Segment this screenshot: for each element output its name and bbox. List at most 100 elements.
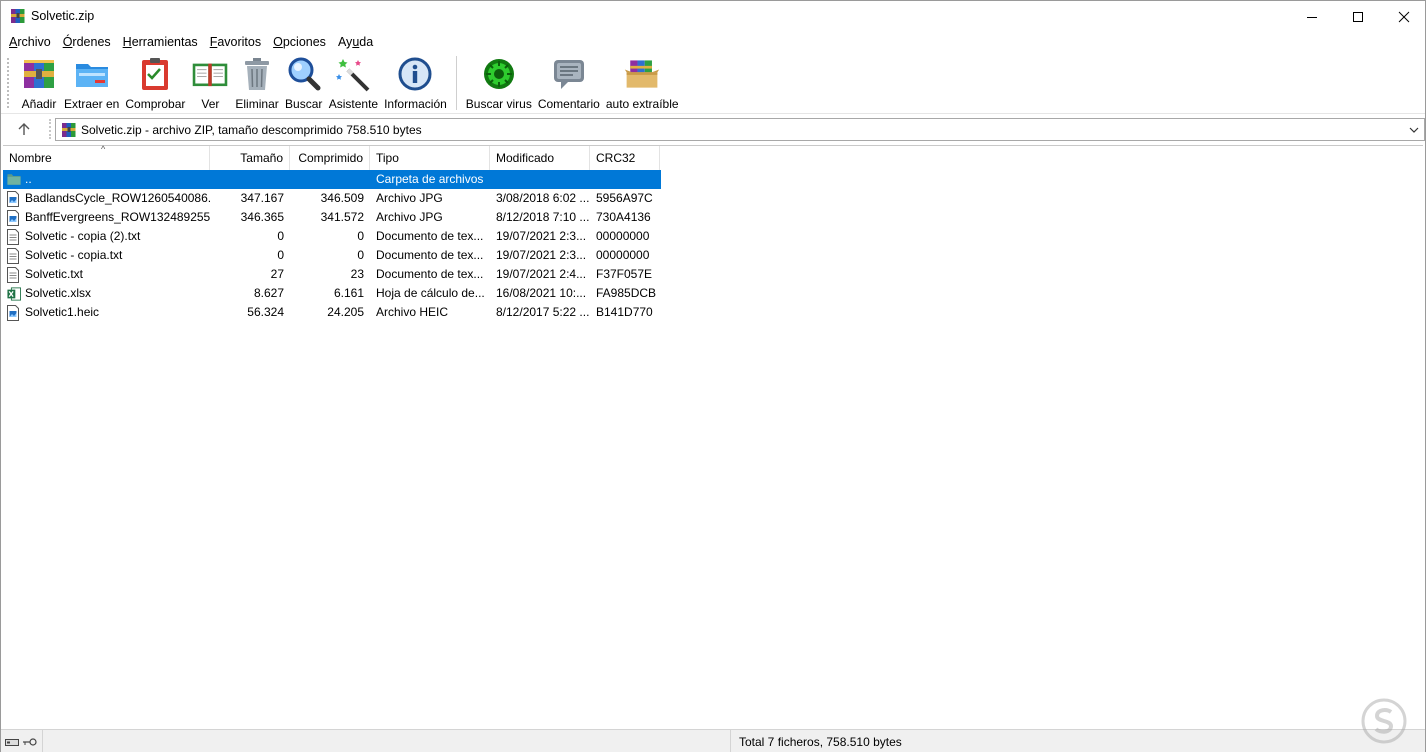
menu-opciones[interactable]: Opciones	[268, 35, 331, 49]
maximize-icon	[1353, 11, 1363, 22]
image-file-icon	[7, 304, 21, 321]
file-name-cell: BanffEvergreens_ROW132489255...	[3, 208, 210, 227]
file-list: ^ Nombre Tamaño Comprimido Tipo Modifica…	[3, 144, 1423, 727]
sfx-button[interactable]: auto extraíble	[603, 52, 682, 112]
column-header-size[interactable]: Tamaño	[210, 146, 290, 170]
table-row[interactable]: Solvetic - copia (2).txt 0 0 Documento de t…	[3, 227, 661, 246]
table-row[interactable]: Solvetic.txt 27 23 Documento de tex... 19/07…	[3, 265, 661, 284]
watermark-logo-icon	[1361, 698, 1407, 744]
column-header-type[interactable]: Tipo	[370, 146, 490, 170]
file-packed-size-cell: 341.572	[320, 210, 364, 224]
sfx-box-icon	[623, 56, 661, 92]
extract-label: Extraer en	[64, 97, 120, 111]
toolbar-grip[interactable]	[7, 58, 10, 108]
file-packed-size-cell: 0	[357, 229, 364, 243]
file-type-cell: Documento de tex...	[376, 267, 484, 281]
file-modified-cell: 8/12/2018 7:10 ...	[496, 210, 590, 224]
add-button[interactable]: Añadir	[17, 52, 61, 112]
extract-folder-icon	[73, 56, 111, 92]
virus-scan-button[interactable]: Buscar virus	[463, 52, 535, 112]
table-row[interactable]: .. Carpeta de archivos	[3, 170, 661, 189]
view-button[interactable]: Ver	[188, 52, 232, 112]
menu-ayuda[interactable]: Ayuda	[333, 35, 378, 49]
table-row[interactable]: Solvetic.xlsx 8.627 6.161 Hoja de cálculo d…	[3, 284, 661, 303]
comment-icon	[550, 56, 588, 92]
file-modified-cell: 19/07/2021 2:3...	[496, 229, 587, 243]
address-row: Solvetic.zip - archivo ZIP, tamaño desco…	[1, 115, 1425, 143]
title-bar: Solvetic.zip	[1, 1, 1425, 32]
menu-bar: Archivo Órdenes Herramientas Favoritos O…	[1, 32, 1425, 52]
file-size-cell: 346.365	[240, 210, 284, 224]
file-type-cell: Archivo HEIC	[376, 305, 449, 319]
status-icons	[1, 730, 43, 752]
file-size-cell: 56.324	[247, 305, 284, 319]
file-name-text: ..	[25, 172, 32, 186]
window-title: Solvetic.zip	[31, 9, 95, 23]
file-name-text: Solvetic.txt	[25, 267, 84, 281]
comment-button[interactable]: Comentario	[535, 52, 603, 112]
trash-icon	[238, 56, 276, 92]
image-file-icon	[7, 190, 21, 207]
file-size-cell	[210, 170, 290, 189]
info-icon	[396, 56, 434, 92]
wizard-button[interactable]: Asistente	[326, 52, 381, 112]
file-modified-cell: 8/12/2017 5:22 ...	[496, 305, 590, 319]
file-packed-size-cell: 0	[357, 248, 364, 262]
table-row[interactable]: BanffEvergreens_ROW132489255... 346.365 34…	[3, 208, 661, 227]
chevron-down-icon[interactable]	[1407, 122, 1421, 138]
find-button[interactable]: Buscar	[282, 52, 326, 112]
folder-icon	[7, 172, 21, 188]
address-field[interactable]: Solvetic.zip - archivo ZIP, tamaño desco…	[55, 118, 1425, 141]
up-folder-button[interactable]	[13, 119, 35, 139]
file-modified-cell: 19/07/2021 2:3...	[496, 248, 587, 262]
status-text: Total 7 ficheros, 758.510 bytes	[739, 735, 902, 749]
column-header-name[interactable]: ^ Nombre	[3, 144, 210, 170]
file-crc-cell: B141D770	[596, 305, 653, 319]
column-headers: ^ Nombre Tamaño Comprimido Tipo Modifica…	[3, 144, 661, 170]
file-size-cell: 8.627	[253, 286, 284, 300]
column-header-packed[interactable]: Comprimido	[290, 146, 370, 170]
extract-button[interactable]: Extraer en	[61, 52, 122, 112]
find-label: Buscar	[285, 97, 323, 111]
file-modified-cell: 3/08/2018 6:02 ...	[496, 191, 590, 205]
test-label: Comprobar	[125, 97, 186, 111]
test-button[interactable]: Comprobar	[122, 52, 188, 112]
minimize-icon	[1307, 16, 1317, 18]
status-panel	[45, 730, 731, 752]
file-name-cell: Solvetic.txt	[3, 265, 210, 284]
file-name-text: Solvetic.xlsx	[25, 286, 92, 300]
column-header-modified[interactable]: Modificado	[490, 146, 590, 170]
menu-herramientas[interactable]: Herramientas	[118, 35, 203, 49]
file-modified-cell: 16/08/2021 10:...	[496, 286, 587, 300]
file-name-text: BadlandsCycle_ROW1260540086...	[25, 191, 210, 205]
file-crc-cell: 00000000	[596, 248, 650, 262]
minimize-button[interactable]	[1289, 1, 1335, 32]
text-file-icon	[7, 266, 21, 283]
magic-wand-icon	[334, 56, 372, 92]
menu-archivo[interactable]: Archivo	[4, 35, 56, 49]
magnifier-icon	[285, 56, 323, 92]
file-crc-cell: 730A4136	[596, 210, 651, 224]
open-book-icon	[191, 56, 229, 92]
delete-button[interactable]: Eliminar	[232, 52, 281, 112]
file-crc-cell	[590, 170, 660, 189]
toolbar-separator	[455, 56, 457, 110]
column-header-crc[interactable]: CRC32	[590, 146, 660, 170]
text-file-icon	[7, 247, 21, 264]
file-name-text: Solvetic - copia (2).txt	[25, 229, 141, 243]
table-row[interactable]: Solvetic1.heic 56.324 24.205 Archivo HEIC 8/…	[3, 303, 661, 322]
maximize-button[interactable]	[1335, 1, 1381, 32]
table-row[interactable]: Solvetic - copia.txt 0 0 Documento de tex..…	[3, 246, 661, 265]
add-label: Añadir	[21, 97, 57, 111]
menu-favoritos[interactable]: Favoritos	[205, 35, 266, 49]
address-grip	[49, 119, 51, 139]
table-row[interactable]: BadlandsCycle_ROW1260540086... 347.167 346…	[3, 189, 661, 208]
file-name-cell: Solvetic.xlsx	[3, 284, 210, 303]
file-packed-size-cell: 23	[350, 267, 364, 281]
info-button[interactable]: Información	[381, 52, 450, 112]
text-file-icon	[7, 228, 21, 245]
file-type-cell: Carpeta de archivos	[376, 172, 484, 186]
file-packed-size-cell: 346.509	[320, 191, 364, 205]
menu-ordenes[interactable]: Órdenes	[58, 35, 116, 49]
close-button[interactable]	[1381, 1, 1426, 32]
